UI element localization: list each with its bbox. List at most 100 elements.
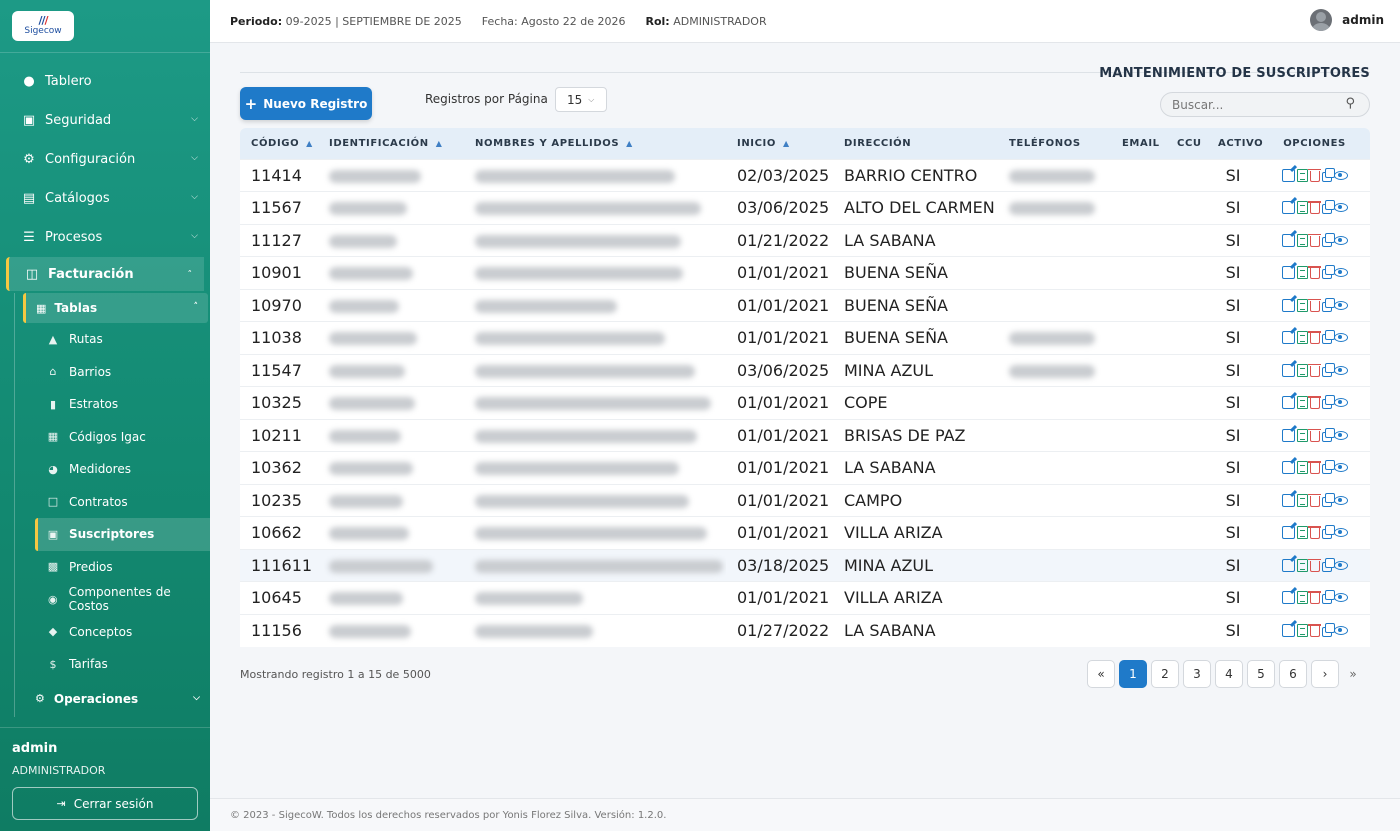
document-icon[interactable] xyxy=(1296,493,1308,507)
sidebar-item-conceptos[interactable]: ◆ Conceptos xyxy=(15,616,210,649)
table-row[interactable]: 10235 01/01/2021 CAMPO SI xyxy=(240,483,1370,517)
sidebar-item-suscriptores[interactable]: ▣ Suscriptores xyxy=(35,518,210,551)
edit-icon[interactable] xyxy=(1281,526,1295,540)
copy-icon[interactable] xyxy=(1321,460,1335,475)
copy-icon[interactable] xyxy=(1321,265,1335,280)
document-icon[interactable] xyxy=(1296,591,1308,605)
last-page-button[interactable]: » xyxy=(1343,660,1363,688)
search-input[interactable]: Buscar... ⚲ xyxy=(1160,92,1370,117)
sidebar-item-codigos-igac[interactable]: ▦ Códigos Igac xyxy=(15,421,210,454)
document-icon[interactable] xyxy=(1296,201,1308,215)
sidebar-item-estratos[interactable]: ▮ Estratos xyxy=(15,388,210,421)
sidebar-item-tarifas[interactable]: $ Tarifas xyxy=(15,648,210,681)
document-icon[interactable] xyxy=(1296,624,1308,637)
edit-icon[interactable] xyxy=(1281,363,1295,377)
table-row[interactable]: 11038 01/01/2021 BUENA SEÑA SI xyxy=(240,321,1370,354)
trash-icon[interactable] xyxy=(1307,526,1321,540)
sidebar-item-componentes-de-costos[interactable]: ◉ Componentes de Costos xyxy=(15,583,210,616)
eye-icon[interactable] xyxy=(1333,495,1348,505)
table-row[interactable]: 10970 01/01/2021 BUENA SEÑA SI xyxy=(240,288,1370,322)
eye-icon[interactable] xyxy=(1333,170,1348,180)
trash-icon[interactable] xyxy=(1307,201,1321,215)
edit-icon[interactable] xyxy=(1281,201,1295,215)
sidebar-item-predios[interactable]: ▩ Predios xyxy=(15,551,210,584)
sort-icon[interactable]: ▲ xyxy=(783,139,790,148)
document-icon[interactable] xyxy=(1296,461,1308,475)
edit-icon[interactable] xyxy=(1281,591,1295,605)
edit-icon[interactable] xyxy=(1281,331,1295,345)
table-row[interactable]: 11547 03/06/2025 MINA AZUL SI xyxy=(240,353,1370,387)
trash-icon[interactable] xyxy=(1307,493,1321,507)
page-button[interactable]: 3 xyxy=(1183,660,1211,688)
trash-icon[interactable] xyxy=(1307,428,1321,442)
document-icon[interactable] xyxy=(1296,526,1308,540)
eye-icon[interactable] xyxy=(1333,300,1348,310)
column-header[interactable]: NOMBRES Y APELLIDOS ▲ xyxy=(464,128,726,159)
eye-icon[interactable] xyxy=(1333,593,1348,603)
edit-icon[interactable] xyxy=(1281,493,1295,507)
edit-icon[interactable] xyxy=(1281,558,1295,572)
copy-icon[interactable] xyxy=(1321,297,1335,312)
next-page-button[interactable]: › xyxy=(1311,660,1339,688)
copy-icon[interactable] xyxy=(1321,200,1335,215)
trash-icon[interactable] xyxy=(1307,591,1321,605)
table-row[interactable]: 11156 01/27/2022 LA SABANA SI xyxy=(240,613,1370,647)
sidebar-item-medidores[interactable]: ◕ Medidores xyxy=(15,453,210,486)
sort-icon[interactable]: ▲ xyxy=(306,139,313,148)
edit-icon[interactable] xyxy=(1281,461,1295,475)
column-header[interactable]: CÓDIGO ▲ xyxy=(240,128,318,159)
sidebar-item-seguridad[interactable]: ▣ Seguridad ⌵ xyxy=(0,101,210,140)
table-row[interactable]: 10645 01/01/2021 VILLA ARIZA SI xyxy=(240,581,1370,614)
edit-icon[interactable] xyxy=(1281,233,1295,247)
sidebar-item-tablero[interactable]: ● Tablero xyxy=(0,62,210,101)
eye-icon[interactable] xyxy=(1333,626,1348,635)
document-icon[interactable] xyxy=(1296,396,1308,410)
eye-icon[interactable] xyxy=(1333,528,1348,538)
table-row[interactable]: 10901 01/01/2021 BUENA SEÑA SI xyxy=(240,256,1370,289)
page-button[interactable]: 5 xyxy=(1247,660,1275,688)
copy-icon[interactable] xyxy=(1321,232,1335,247)
page-button[interactable]: 2 xyxy=(1151,660,1179,688)
document-icon[interactable] xyxy=(1296,168,1308,182)
edit-icon[interactable] xyxy=(1281,298,1295,312)
sidebar-item-procesos[interactable]: ☰ Procesos ⌵ xyxy=(0,218,210,257)
copy-icon[interactable] xyxy=(1321,492,1335,507)
edit-icon[interactable] xyxy=(1281,168,1295,182)
trash-icon[interactable] xyxy=(1307,266,1321,280)
edit-icon[interactable] xyxy=(1281,266,1295,280)
column-header[interactable]: IDENTIFICACIÓN ▲ xyxy=(318,128,464,159)
per-page-select[interactable]: 15 ⌵ xyxy=(555,87,607,112)
sidebar-item-facturacion[interactable]: ◫ Facturación ˄ xyxy=(6,257,204,291)
sort-icon[interactable]: ▲ xyxy=(626,139,633,148)
copy-icon[interactable] xyxy=(1321,362,1335,377)
table-row[interactable]: 11414 02/03/2025 BARRIO CENTRO SI xyxy=(240,158,1370,192)
app-logo[interactable]: /// Sigecow xyxy=(12,11,74,41)
copy-icon[interactable] xyxy=(1321,167,1335,182)
eye-icon[interactable] xyxy=(1333,365,1348,375)
document-icon[interactable] xyxy=(1296,558,1308,572)
trash-icon[interactable] xyxy=(1307,396,1321,410)
document-icon[interactable] xyxy=(1296,233,1308,247)
copy-icon[interactable] xyxy=(1321,557,1335,572)
copy-icon[interactable] xyxy=(1321,427,1335,442)
submenu-tablas[interactable]: ▦ Tablas ˄ xyxy=(23,293,208,323)
sidebar-item-operaciones[interactable]: ⚙ Operaciones ⌵ xyxy=(15,681,210,717)
table-row[interactable]: 11567 03/06/2025 ALTO DEL CARMEN SI xyxy=(240,191,1370,224)
sidebar-item-contratos[interactable]: □ Contratos xyxy=(15,486,210,519)
trash-icon[interactable] xyxy=(1307,233,1321,247)
sidebar-item-rutas[interactable]: ▲ Rutas xyxy=(15,323,210,356)
table-row[interactable]: 10325 01/01/2021 COPE SI xyxy=(240,386,1370,419)
trash-icon[interactable] xyxy=(1307,461,1321,475)
page-button[interactable]: 1 xyxy=(1119,660,1147,688)
edit-icon[interactable] xyxy=(1281,428,1295,442)
eye-icon[interactable] xyxy=(1333,268,1348,278)
document-icon[interactable] xyxy=(1296,298,1308,312)
copy-icon[interactable] xyxy=(1321,623,1335,637)
trash-icon[interactable] xyxy=(1307,363,1321,377)
first-page-button[interactable]: « xyxy=(1087,660,1115,688)
document-icon[interactable] xyxy=(1296,266,1308,280)
sidebar-item-catalogos[interactable]: ▤ Catálogos ⌵ xyxy=(0,179,210,218)
copy-icon[interactable] xyxy=(1321,590,1335,605)
eye-icon[interactable] xyxy=(1333,463,1348,473)
eye-icon[interactable] xyxy=(1333,398,1348,408)
